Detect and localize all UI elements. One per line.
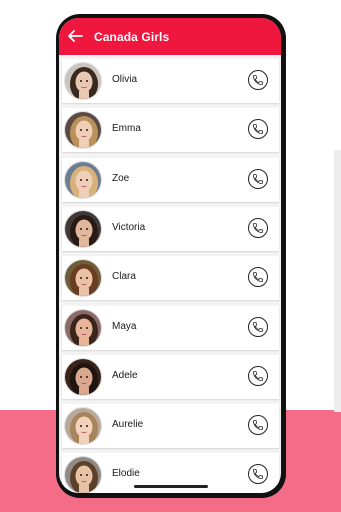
page-title: Canada Girls: [94, 30, 170, 44]
contact-row[interactable]: Victoria: [62, 206, 279, 251]
phone-icon[interactable]: [248, 464, 268, 485]
phone-icon[interactable]: [248, 217, 268, 238]
contact-name: Maya: [112, 320, 137, 332]
phone-icon[interactable]: [248, 119, 268, 140]
avatar: [64, 357, 102, 396]
contact-name: Elodie: [112, 468, 140, 480]
contact-name: Clara: [112, 271, 136, 283]
phone-icon[interactable]: [248, 70, 268, 90]
avatar: [64, 407, 102, 446]
contact-name: Emma: [112, 123, 141, 135]
contact-name: Aurelie: [112, 419, 144, 431]
contact-row[interactable]: Zoe: [62, 157, 279, 202]
phone-icon[interactable]: [248, 365, 268, 386]
avatar: [64, 111, 102, 150]
avatar: [64, 456, 102, 493]
avatar: [64, 160, 102, 199]
contact-row[interactable]: Olivia: [62, 59, 279, 103]
stage: Canada Girls Olivia Emma Zoe Victoria Clara M…: [0, 0, 341, 512]
avatar: [64, 259, 102, 298]
home-indicator: [134, 485, 208, 488]
contact-row[interactable]: Adele: [62, 354, 279, 399]
side-panel-edge: [334, 150, 341, 412]
app-bar: Canada Girls: [59, 18, 281, 55]
contact-row[interactable]: Clara: [62, 256, 279, 301]
contact-row[interactable]: Maya: [62, 305, 279, 350]
avatar: [64, 62, 102, 100]
contact-row[interactable]: Emma: [62, 108, 279, 153]
avatar: [64, 209, 102, 248]
phone-icon[interactable]: [248, 267, 268, 288]
arrow-left-icon[interactable]: [66, 27, 84, 45]
contact-name: Olivia: [112, 74, 138, 85]
contact-name: Victoria: [112, 221, 146, 233]
phone-screen: Canada Girls Olivia Emma Zoe Victoria Clara M…: [59, 18, 281, 493]
avatar: [64, 308, 102, 347]
contact-name: Adele: [112, 369, 138, 381]
phone-icon[interactable]: [248, 168, 268, 189]
phone-icon[interactable]: [248, 415, 268, 436]
contact-row[interactable]: Aurelie: [62, 404, 279, 449]
phone-icon[interactable]: [248, 316, 268, 337]
contact-name: Zoe: [112, 172, 130, 184]
